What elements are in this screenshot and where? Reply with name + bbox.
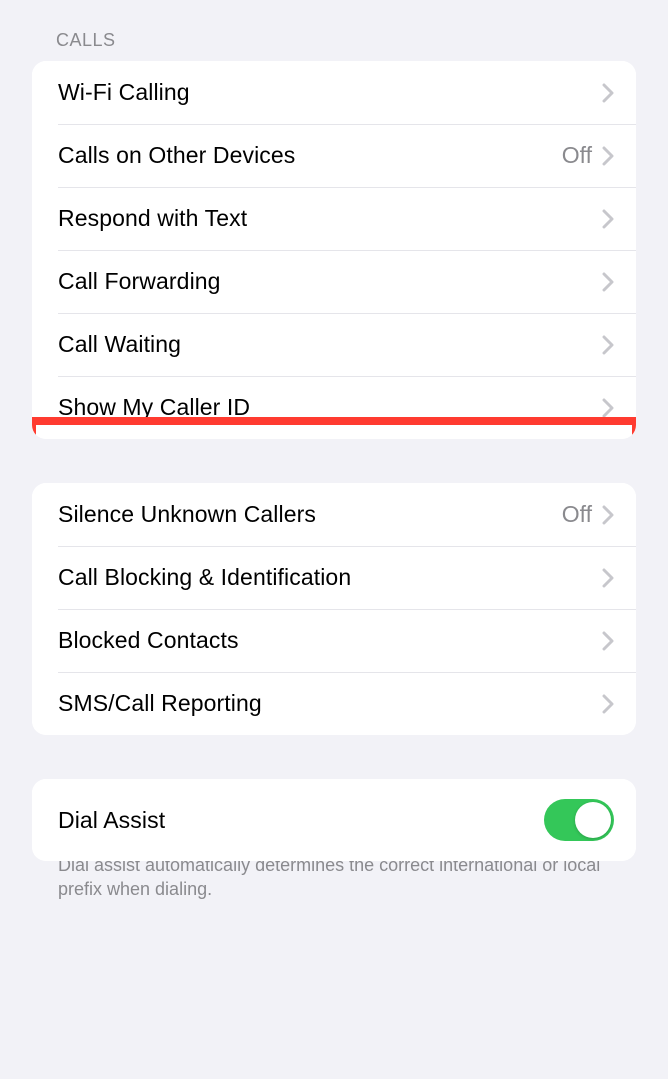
- chevron-right-icon: [602, 335, 614, 355]
- row-label: Dial Assist: [58, 807, 165, 834]
- row-label: Wi-Fi Calling: [58, 79, 190, 106]
- row-respond-with-text[interactable]: Respond with Text: [32, 187, 636, 250]
- chevron-right-icon: [602, 505, 614, 525]
- row-label: Silence Unknown Callers: [58, 501, 316, 528]
- row-show-my-caller-id[interactable]: Show My Caller ID: [32, 376, 636, 439]
- chevron-right-icon: [602, 209, 614, 229]
- row-label: Calls on Other Devices: [58, 142, 295, 169]
- chevron-right-icon: [602, 398, 614, 418]
- row-value: Off: [562, 501, 592, 528]
- chevron-right-icon: [602, 272, 614, 292]
- group-calls: Wi-Fi Calling Calls on Other Devices Off…: [32, 61, 636, 439]
- row-label: Respond with Text: [58, 205, 247, 232]
- row-dial-assist[interactable]: Dial Assist: [32, 779, 636, 861]
- group-dial-assist: Dial Assist: [32, 779, 636, 861]
- row-blocked-contacts[interactable]: Blocked Contacts: [32, 609, 636, 672]
- row-call-waiting[interactable]: Call Waiting: [32, 313, 636, 376]
- row-label: Call Forwarding: [58, 268, 221, 295]
- row-calls-other-devices[interactable]: Calls on Other Devices Off: [32, 124, 636, 187]
- chevron-right-icon: [602, 146, 614, 166]
- row-call-blocking-identification[interactable]: Call Blocking & Identification: [32, 546, 636, 609]
- row-silence-unknown-callers[interactable]: Silence Unknown Callers Off: [32, 483, 636, 546]
- section-header-calls: Calls: [32, 20, 636, 61]
- row-call-forwarding[interactable]: Call Forwarding: [32, 250, 636, 313]
- group-silence-blocking: Silence Unknown Callers Off Call Blockin…: [32, 483, 636, 735]
- row-label: SMS/Call Reporting: [58, 690, 262, 717]
- row-value: Off: [562, 142, 592, 169]
- row-label: Show My Caller ID: [58, 394, 250, 421]
- chevron-right-icon: [602, 631, 614, 651]
- settings-container: Calls Wi-Fi Calling Calls on Other Devic…: [0, 0, 668, 942]
- row-wifi-calling[interactable]: Wi-Fi Calling: [32, 61, 636, 124]
- chevron-right-icon: [602, 83, 614, 103]
- row-label: Call Waiting: [58, 331, 181, 358]
- toggle-knob: [575, 802, 611, 838]
- row-label: Blocked Contacts: [58, 627, 239, 654]
- row-label: Call Blocking & Identification: [58, 564, 351, 591]
- chevron-right-icon: [602, 568, 614, 588]
- toggle-dial-assist[interactable]: [544, 799, 614, 841]
- row-sms-call-reporting[interactable]: SMS/Call Reporting: [32, 672, 636, 735]
- chevron-right-icon: [602, 694, 614, 714]
